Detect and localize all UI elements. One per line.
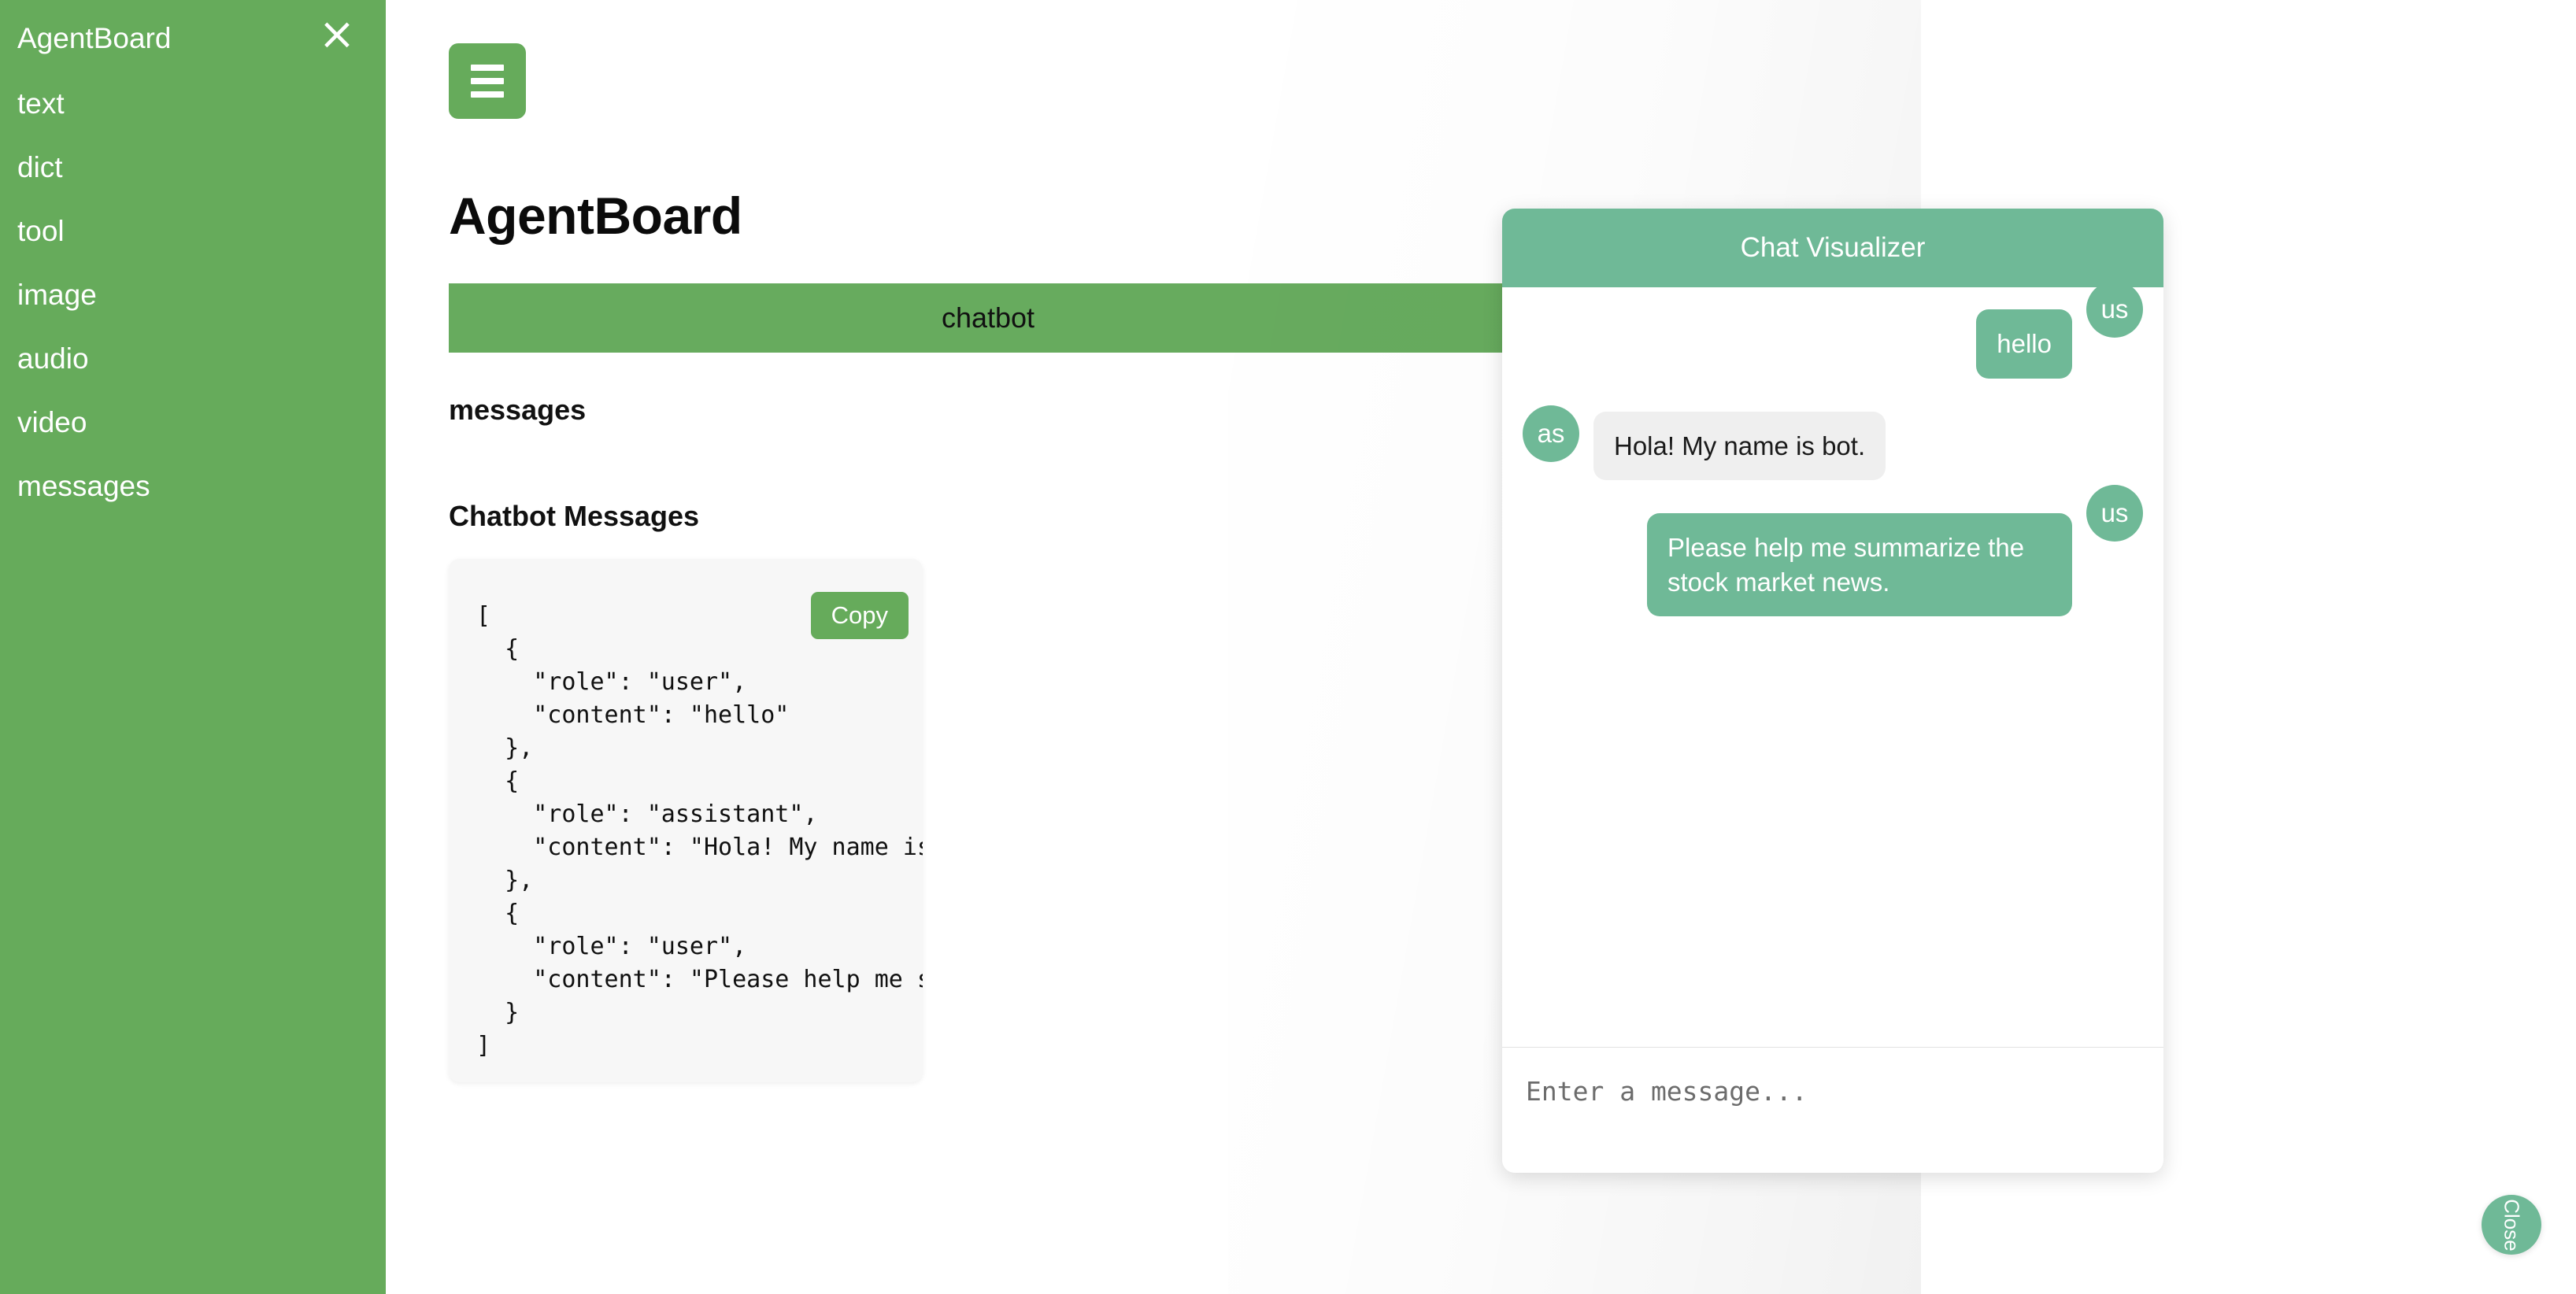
hamburger-icon-bar: [471, 65, 504, 71]
chat-message-row: hello us: [1523, 287, 2143, 379]
close-icon[interactable]: ×: [316, 13, 357, 57]
sidebar-item-video[interactable]: video: [0, 408, 386, 437]
hamburger-menu-button[interactable]: [449, 43, 526, 119]
chat-panel-header: Chat Visualizer: [1502, 209, 2163, 287]
code-block-card: [ { "role": "user", "content": "hello" }…: [449, 559, 923, 1082]
hamburger-icon-bar: [471, 78, 504, 84]
tab-chatbot[interactable]: chatbot: [449, 283, 1527, 353]
sidebar-item-text[interactable]: text: [0, 89, 386, 118]
main-content: AgentBoard chatbot messages Chatbot Mess…: [386, 0, 2576, 1294]
chat-bubble-assistant: Hola! My name is bot.: [1593, 411, 1886, 481]
copy-button[interactable]: Copy: [810, 592, 909, 639]
hamburger-icon-bar: [471, 91, 504, 98]
chat-bubble-user: hello: [1976, 309, 2072, 379]
chat-message-row: Please help me summarize the stock marke…: [1523, 485, 2143, 617]
chat-message-row: as Hola! My name is bot.: [1523, 405, 2143, 481]
sidebar-item-tool[interactable]: tool: [0, 216, 386, 246]
section-label-messages: messages: [449, 394, 587, 426]
chat-bubble-user: Please help me summarize the stock marke…: [1647, 513, 2072, 617]
chat-input-container: [1502, 1047, 2163, 1173]
chat-message-input[interactable]: [1526, 1076, 2140, 1107]
chat-close-button[interactable]: Close: [2482, 1195, 2541, 1255]
app-root: × AgentBoard text dict tool image audio …: [0, 0, 2576, 1294]
sidebar-item-image[interactable]: image: [0, 280, 386, 309]
sidebar-item-dict[interactable]: dict: [0, 153, 386, 182]
sidebar-item-messages[interactable]: messages: [0, 471, 386, 501]
block-heading-chatbot-messages: Chatbot Messages: [449, 500, 700, 532]
sidebar: × AgentBoard text dict tool image audio …: [0, 0, 386, 1294]
avatar: us: [2086, 485, 2143, 542]
chat-message-list: hello us as Hola! My name is bot. Please…: [1502, 287, 2163, 1047]
avatar: as: [1523, 405, 1579, 462]
sidebar-item-audio[interactable]: audio: [0, 344, 386, 373]
chat-close-button-label: Close: [2500, 1198, 2524, 1251]
chat-visualizer-panel: Chat Visualizer hello us as Hola! My nam…: [1502, 209, 2163, 1173]
code-block-content: [ { "role": "user", "content": "hello" }…: [476, 602, 923, 1059]
avatar: us: [2086, 287, 2143, 338]
page-title: AgentBoard: [449, 187, 742, 245]
